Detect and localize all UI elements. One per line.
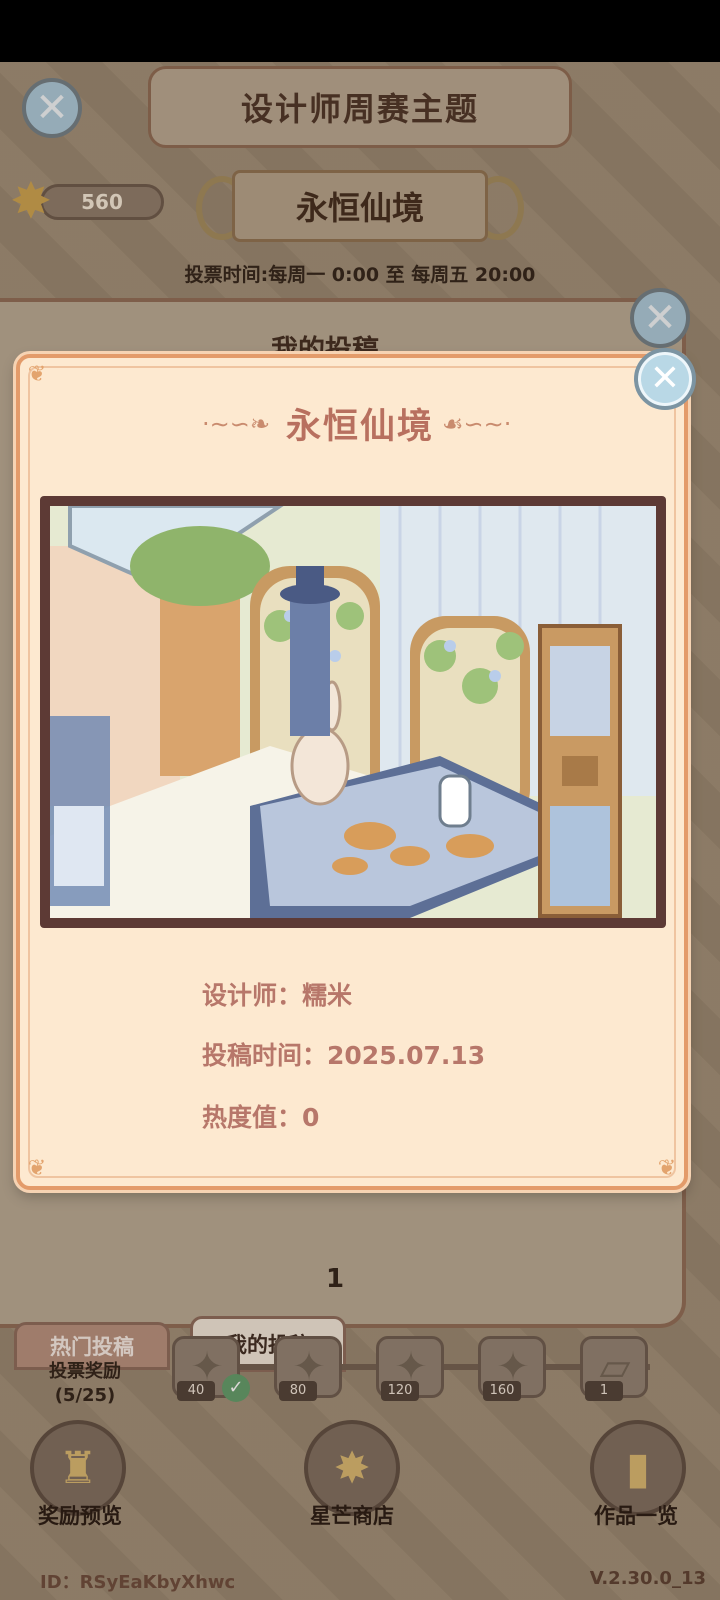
submit-time-info: 投稿时间：2025.07.13	[202, 1036, 485, 1072]
version-text: V.2.30.0_13	[589, 1568, 706, 1589]
star-currency: 560	[40, 184, 164, 220]
artwork-frame	[40, 496, 666, 928]
milestone-reward[interactable]: ✦ 160	[478, 1336, 546, 1401]
close-icon: ✕	[35, 85, 69, 131]
check-icon: ✓	[222, 1374, 250, 1402]
corner-ornament: ❦	[27, 1156, 47, 1181]
heat-label: 热度值：	[202, 1103, 303, 1132]
milestone-reward[interactable]: ▱ 1	[580, 1336, 648, 1401]
submission-artwork	[50, 506, 656, 918]
theme-name: 永恒仙境	[295, 189, 424, 227]
milestone-value: 160	[483, 1381, 521, 1401]
corner-ornament: ❦	[27, 362, 47, 387]
vote-time-text: 投票时间:每周一 0:00 至 每周五 20:00	[184, 264, 536, 286]
page-number: 1	[325, 1264, 345, 1294]
star-icon: ✸	[10, 172, 52, 230]
heat-info: 热度值：0	[202, 1098, 319, 1134]
designer-label: 设计师：	[202, 981, 303, 1010]
milestone-value: 80	[279, 1381, 317, 1401]
star-shop-label: 星芒商店	[310, 1504, 394, 1528]
flourish-right-icon: ☙∽∼·	[442, 410, 512, 438]
modal-close-button[interactable]: ✕	[634, 348, 696, 410]
corner-ornament: ❦	[657, 1156, 677, 1181]
close-icon: ✕	[649, 358, 681, 399]
designer-value: 糯米	[302, 981, 353, 1010]
panel-close-button[interactable]: ✕	[630, 288, 690, 348]
vote-reward-progress: 投票奖励 (5/25)	[30, 1360, 140, 1408]
back-close-button[interactable]: ✕	[22, 78, 82, 138]
heat-value: 0	[302, 1103, 320, 1132]
progress-label: 投票奖励	[49, 1361, 121, 1382]
works-overview-label: 作品一览	[594, 1504, 678, 1528]
theme-title: 设计师周赛主题	[240, 90, 479, 128]
star-count: 560	[81, 190, 123, 214]
artwork-illustration	[50, 506, 656, 918]
close-icon: ✕	[643, 295, 677, 341]
theme-name-plate: 永恒仙境	[232, 170, 488, 242]
book-icon: ▮	[625, 1442, 651, 1494]
milestone-reward[interactable]: ✦ 80	[274, 1336, 342, 1401]
milestone-reward[interactable]: ✦ 120	[376, 1336, 444, 1401]
theme-banner: 设计师周赛主题	[148, 66, 572, 148]
star-icon: ✸	[333, 1442, 371, 1494]
milestone-value: 1	[585, 1381, 623, 1401]
milestone-value: 120	[381, 1381, 419, 1401]
milestone-value: 40	[177, 1381, 215, 1401]
submit-time-label: 投稿时间：	[202, 1041, 328, 1070]
trophy-icon: ♜	[58, 1442, 98, 1494]
status-bar	[0, 0, 720, 62]
progress-count: (5/25)	[54, 1385, 116, 1406]
player-id: ID：RSyEaKbyXhwc	[40, 1572, 236, 1593]
designer-info: 设计师：糯米	[202, 976, 352, 1012]
rewards-preview-label: 奖励预览	[38, 1504, 122, 1528]
submit-time-value: 2025.07.13	[327, 1041, 486, 1070]
